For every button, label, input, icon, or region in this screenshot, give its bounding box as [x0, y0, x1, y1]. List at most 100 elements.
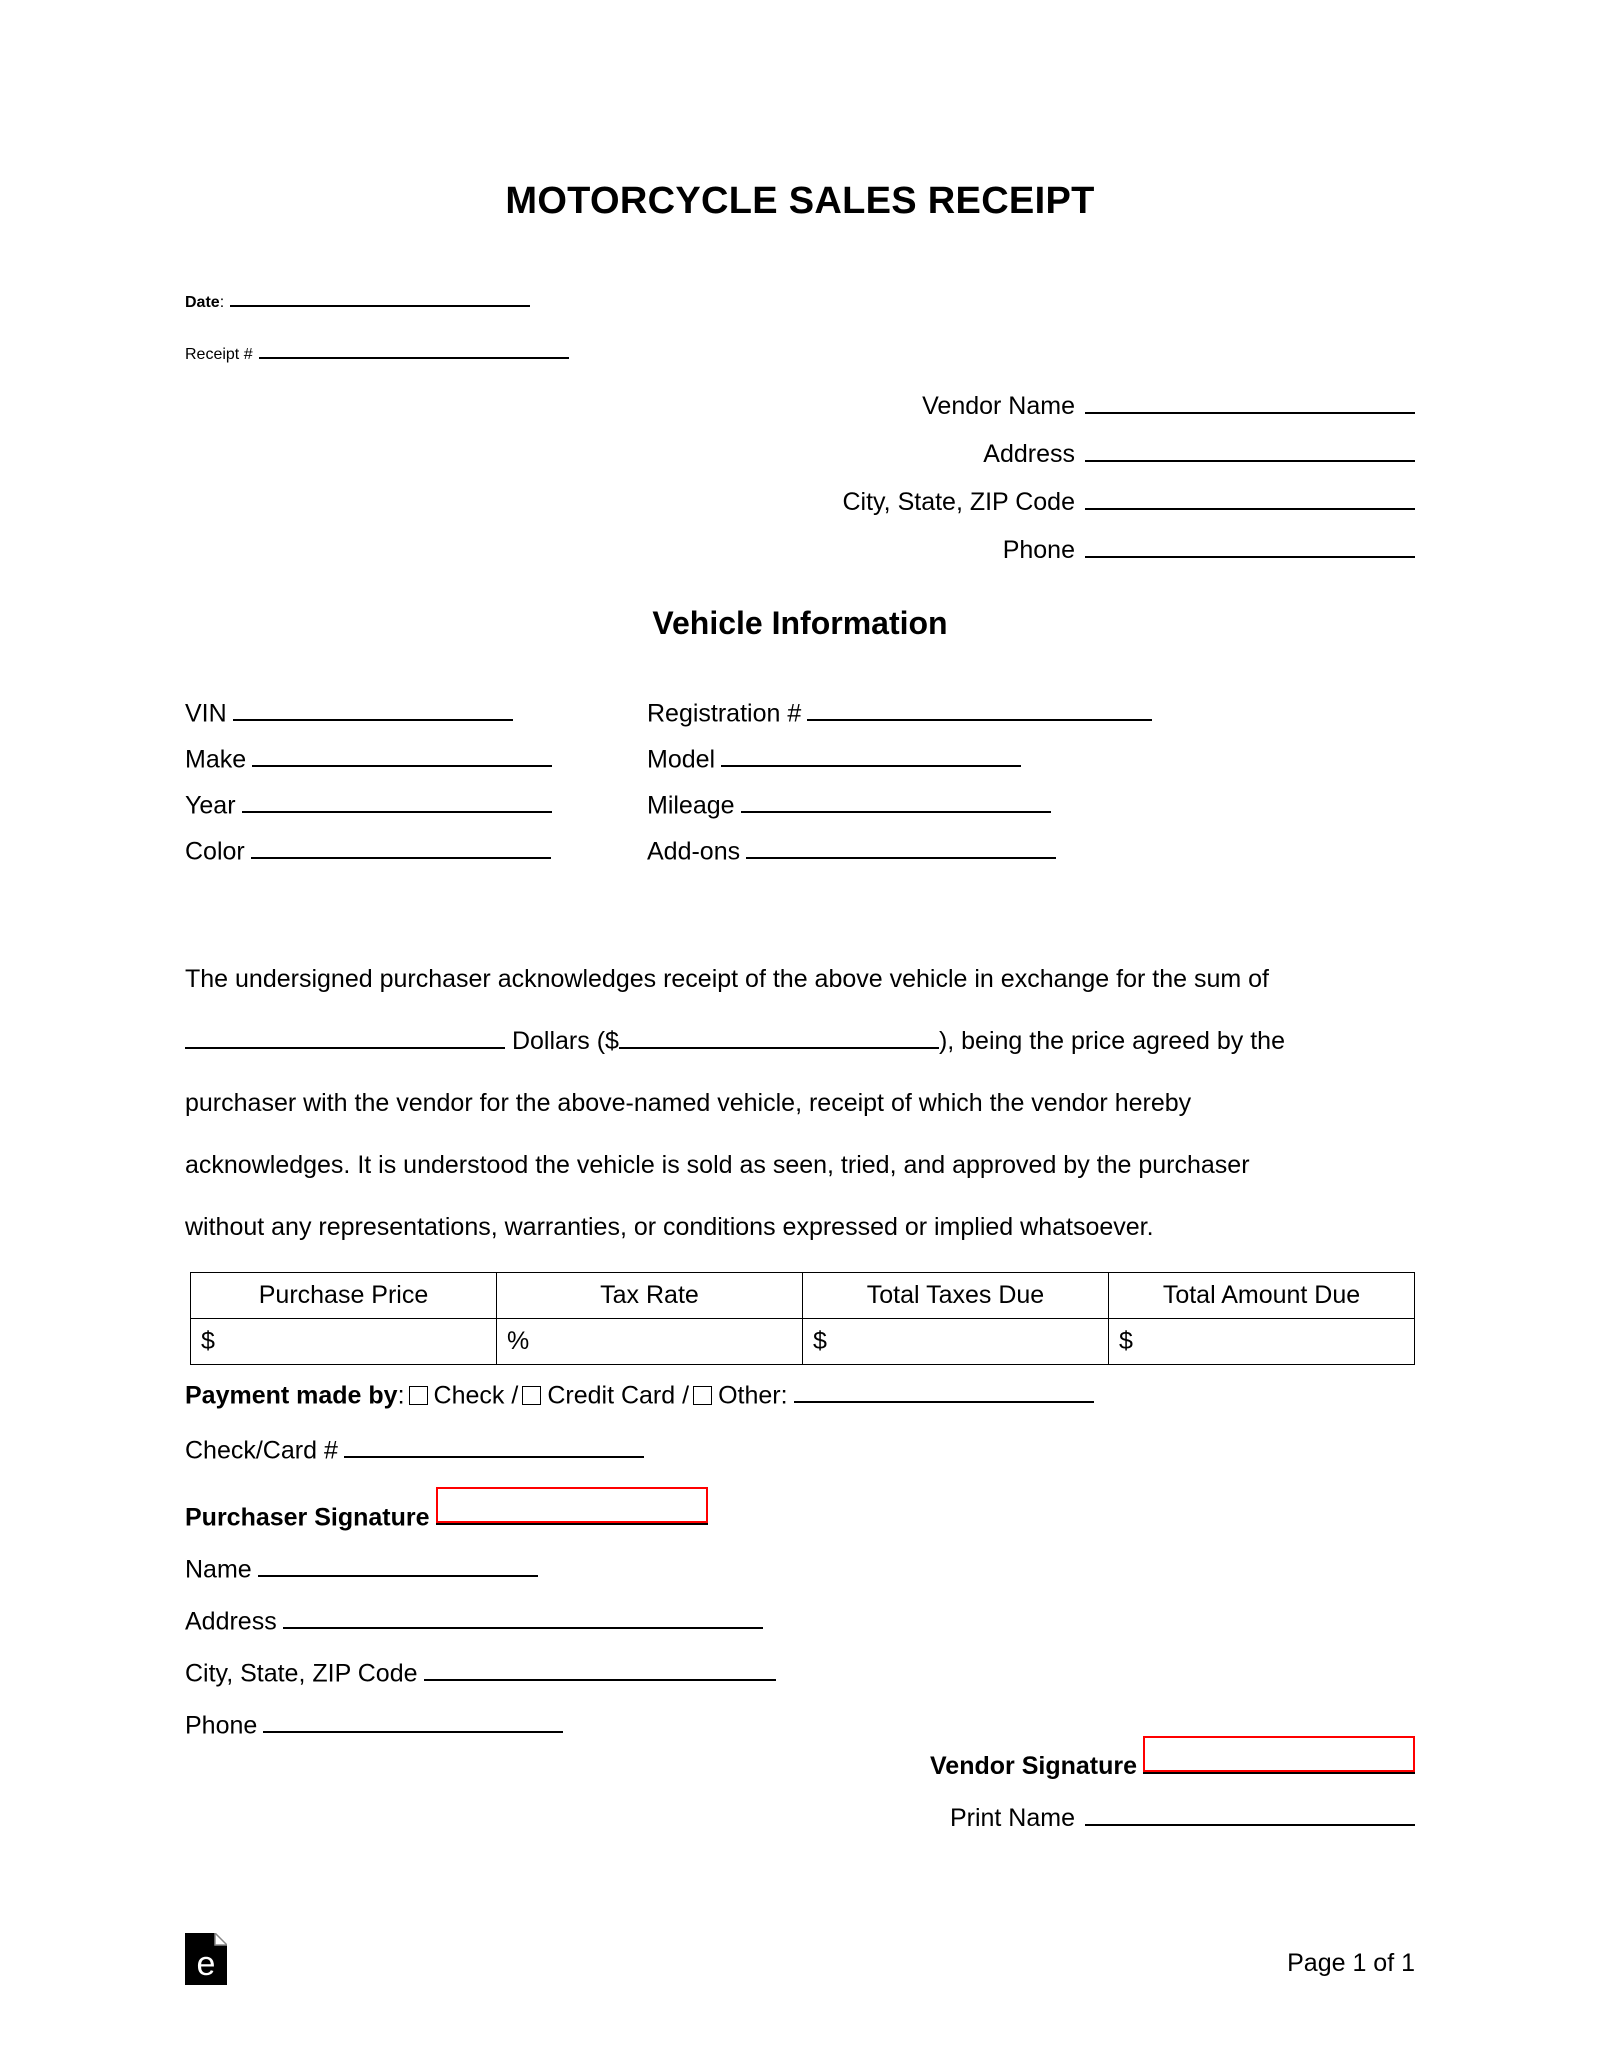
- mileage-label: Mileage: [647, 791, 735, 820]
- cell-total-taxes-due[interactable]: $: [802, 1318, 1109, 1365]
- year-input[interactable]: [241, 785, 552, 814]
- color-label: Color: [185, 837, 245, 866]
- purchaser-address-row: Address: [185, 1601, 763, 1636]
- date-input[interactable]: [230, 288, 531, 307]
- model-field: Model: [647, 739, 1022, 774]
- svg-text:e: e: [197, 1945, 216, 1983]
- checkbox-other[interactable]: [693, 1386, 713, 1406]
- checkbox-credit-card[interactable]: [522, 1386, 542, 1406]
- addons-label: Add-ons: [647, 837, 741, 866]
- purchaser-signature-label: Purchaser Signature: [185, 1503, 430, 1532]
- vin-input[interactable]: [232, 693, 513, 722]
- purchaser-signature-field[interactable]: [435, 1487, 708, 1526]
- signature-outline-box: [1143, 1736, 1415, 1772]
- vendor-address-row: Address: [615, 430, 1415, 478]
- acknowledgement-paragraph: The undersigned purchaser acknowledges r…: [185, 948, 1415, 1258]
- vendor-signature-label: Vendor Signature: [930, 1752, 1137, 1780]
- table-row: $ % $ $: [190, 1318, 1415, 1365]
- vehicle-information-heading: Vehicle Information: [652, 605, 948, 641]
- totals-table: Purchase Price Tax Rate Total Taxes Due …: [190, 1272, 1415, 1365]
- payment-separator-1: /: [511, 1381, 519, 1410]
- purchaser-address-label: Address: [185, 1607, 277, 1636]
- vendor-name-label: Vendor Name: [922, 392, 1075, 420]
- column-header-total-taxes-due: Total Taxes Due: [802, 1272, 1109, 1319]
- check-card-number-row: Check/Card #: [185, 1430, 644, 1465]
- paragraph-line-3: purchaser with the vendor for the above-…: [185, 1089, 1192, 1117]
- dollars-word: Dollars ($: [511, 1027, 619, 1055]
- document-page: MOTORCYCLE SALES RECEIPT Date: Receipt #…: [0, 0, 1600, 2070]
- vendor-city-input[interactable]: [1085, 482, 1415, 510]
- purchaser-phone-label: Phone: [185, 1711, 258, 1740]
- vehicle-row-color: Color Add-ons: [185, 831, 1415, 877]
- vendor-print-name-label: Print Name: [949, 1804, 1075, 1832]
- addons-input[interactable]: [746, 831, 1057, 860]
- vendor-print-name-input[interactable]: [1085, 1798, 1415, 1826]
- registration-input[interactable]: [807, 693, 1153, 722]
- purchaser-name-input[interactable]: [257, 1549, 538, 1578]
- document-body: MOTORCYCLE SALES RECEIPT Date: Receipt #…: [185, 0, 1415, 1985]
- purchaser-signature-row: Purchaser Signature: [185, 1487, 708, 1532]
- column-header-purchase-price: Purchase Price: [190, 1272, 497, 1319]
- payment-separator-2: /: [682, 1381, 690, 1410]
- payment-method-row: Payment made by: Check / Credit Card / Othe…: [185, 1375, 1094, 1410]
- credit-card-option-label: Credit Card: [547, 1381, 676, 1410]
- page-number: Page 1 of 1: [1287, 1949, 1415, 1977]
- eforms-logo-icon: e: [185, 1933, 227, 1985]
- column-header-tax-rate: Tax Rate: [496, 1272, 803, 1319]
- check-card-label: Check/Card #: [185, 1436, 338, 1465]
- date-label: Date: [185, 293, 220, 311]
- payment-colon: :: [397, 1381, 405, 1410]
- column-header-total-amount-due: Total Amount Due: [1108, 1272, 1415, 1319]
- amount-words-input[interactable]: [185, 1021, 505, 1049]
- vendor-signature-row: Vendor Signature: [595, 1736, 1415, 1792]
- vehicle-row-vin: VIN Registration #: [185, 693, 1415, 739]
- purchaser-name-label: Name: [185, 1555, 252, 1584]
- registration-label: Registration #: [647, 699, 802, 728]
- vendor-print-name-row: Print Name: [595, 1792, 1415, 1844]
- vendor-phone-input[interactable]: [1085, 530, 1415, 558]
- vendor-signature-field[interactable]: [1143, 1736, 1415, 1774]
- mileage-field: Mileage: [647, 785, 1051, 820]
- date-row: Date:: [185, 288, 531, 312]
- mileage-input[interactable]: [740, 785, 1051, 814]
- payment-made-by-label: Payment made by: [185, 1381, 398, 1410]
- vendor-city-label: City, State, ZIP Code: [842, 488, 1075, 516]
- vendor-address-label: Address: [983, 440, 1075, 468]
- year-label: Year: [185, 791, 236, 820]
- vendor-city-row: City, State, ZIP Code: [615, 478, 1415, 526]
- purchaser-name-row: Name: [185, 1549, 538, 1584]
- checkbox-check[interactable]: [408, 1386, 428, 1406]
- vehicle-row-year: Year Mileage: [185, 785, 1415, 831]
- vendor-info-block: Vendor Name Address City, State, ZIP Cod…: [615, 382, 1415, 574]
- purchaser-city-input[interactable]: [423, 1653, 776, 1682]
- vendor-name-input[interactable]: [1085, 386, 1415, 414]
- after-amount-text: ), being the price agreed by the: [938, 1027, 1285, 1055]
- vendor-signature-block: Vendor Signature Print Name: [595, 1736, 1415, 1844]
- paragraph-line-4: acknowledges. It is understood the vehic…: [185, 1151, 1250, 1179]
- vehicle-row-make: Make Model: [185, 739, 1415, 785]
- receipt-number-input[interactable]: [258, 340, 569, 359]
- vin-field: VIN: [185, 693, 513, 728]
- vendor-phone-label: Phone: [1002, 536, 1075, 564]
- vendor-phone-row: Phone: [615, 526, 1415, 574]
- cell-purchase-price[interactable]: $: [190, 1318, 497, 1365]
- color-field: Color: [185, 831, 551, 866]
- paragraph-line-2: Dollars ($ ), being the price agreed by t…: [185, 1010, 1415, 1072]
- check-card-input[interactable]: [343, 1430, 644, 1459]
- vendor-address-input[interactable]: [1085, 434, 1415, 462]
- signature-outline-box: [435, 1487, 708, 1524]
- cell-tax-rate[interactable]: %: [496, 1318, 803, 1365]
- registration-field: Registration #: [647, 693, 1153, 728]
- page-footer: e Page 1 of 1: [185, 1925, 1415, 2005]
- color-input[interactable]: [250, 831, 551, 860]
- model-input[interactable]: [721, 739, 1022, 768]
- purchaser-phone-input[interactable]: [263, 1705, 564, 1734]
- check-option-label: Check: [433, 1381, 505, 1410]
- other-payment-input[interactable]: [793, 1375, 1094, 1404]
- purchaser-address-input[interactable]: [282, 1601, 763, 1630]
- cell-total-amount-due[interactable]: $: [1108, 1318, 1415, 1365]
- purchaser-city-label: City, State, ZIP Code: [185, 1659, 418, 1688]
- make-input[interactable]: [252, 739, 553, 768]
- amount-numeric-input[interactable]: [618, 1021, 939, 1049]
- page-title: MOTORCYCLE SALES RECEIPT: [505, 180, 1095, 222]
